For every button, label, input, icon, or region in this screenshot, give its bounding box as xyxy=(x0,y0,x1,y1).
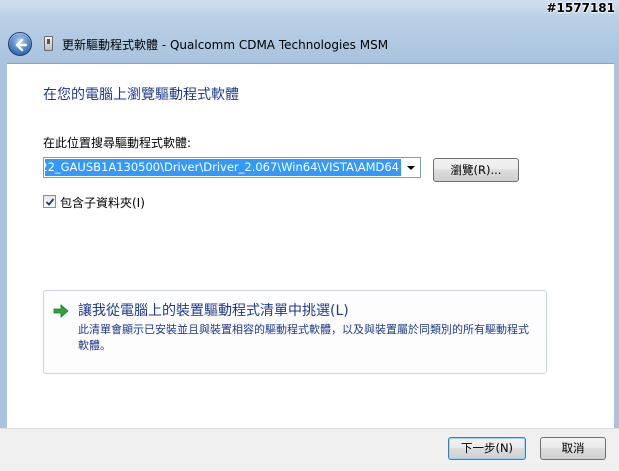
browse-button[interactable]: 瀏覽(R)... xyxy=(433,158,519,182)
checkmark-icon xyxy=(45,198,55,206)
window-frame-right xyxy=(614,62,619,428)
window-title: 更新驅動程式軟體 - Qualcomm CDMA Technologies MS… xyxy=(62,38,389,52)
page-heading: 在您的電腦上瀏覽驅動程式軟體 xyxy=(43,87,239,103)
wizard-footer: 下一步(N) 取消 xyxy=(0,428,619,471)
path-combobox[interactable]: 22_GAUSB1A130500\Driver\Driver_2.067\Win… xyxy=(43,157,421,178)
window-frame-left xyxy=(0,62,7,428)
path-input[interactable]: 22_GAUSB1A130500\Driver\Driver_2.067\Win… xyxy=(45,159,401,176)
chevron-down-icon[interactable] xyxy=(402,158,420,177)
green-arrow-icon xyxy=(53,304,69,318)
pick-from-list-option[interactable]: 讓我從電腦上的裝置驅動程式清單中挑選(L) 此清單會顯示已安裝並且與裝置相容的驅… xyxy=(43,290,547,374)
back-arrow-icon xyxy=(15,38,28,52)
device-icon xyxy=(44,36,53,51)
back-button[interactable] xyxy=(8,32,32,56)
include-subfolders-label: 包含子資料夾(I) xyxy=(60,196,145,210)
watermark: #1577181 xyxy=(546,1,615,15)
include-subfolders-checkbox[interactable] xyxy=(43,195,56,208)
cancel-button[interactable]: 取消 xyxy=(540,437,606,460)
next-button[interactable]: 下一步(N) xyxy=(448,437,526,460)
title-bar: 更新驅動程式軟體 - Qualcomm CDMA Technologies MS… xyxy=(0,26,619,62)
pick-from-list-title[interactable]: 讓我從電腦上的裝置驅動程式清單中挑選(L) xyxy=(78,300,349,320)
path-label: 在此位置搜尋驅動程式軟體: xyxy=(43,136,192,150)
wizard-content: 在您的電腦上瀏覽驅動程式軟體 在此位置搜尋驅動程式軟體: 22_GAUSB1A1… xyxy=(7,63,614,428)
pick-from-list-description: 此清單會顯示已安裝並且與裝置相容的驅動程式軟體，以及與裝置屬於同類別的所有驅動程… xyxy=(78,323,529,352)
